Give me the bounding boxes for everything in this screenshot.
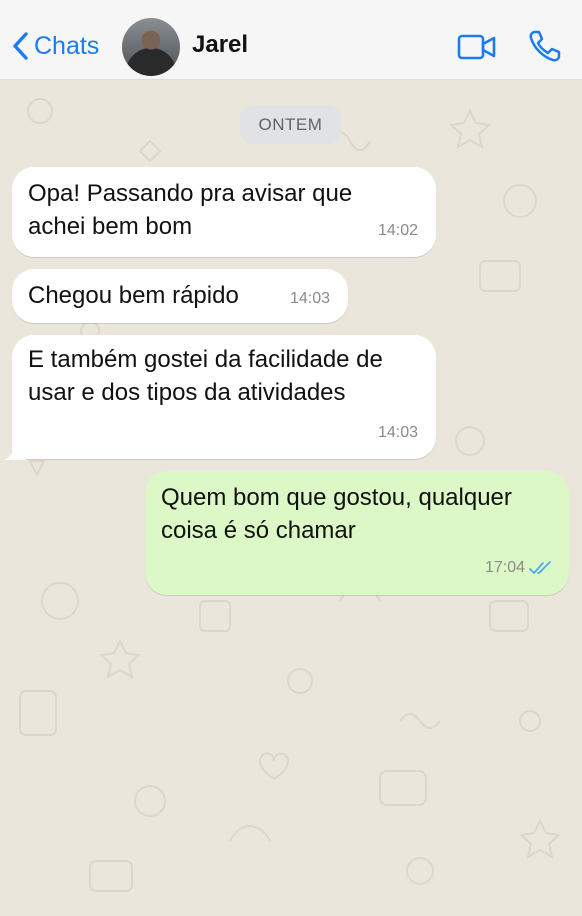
chevron-left-icon — [13, 32, 28, 60]
message-time: 14:02 — [377, 222, 418, 239]
message-text-line: Chegou bem rápido — [28, 282, 239, 309]
avatar[interactable] — [122, 18, 180, 76]
message-text-line: coisa é só chamar — [161, 517, 356, 544]
message-time: 14:03 — [289, 290, 330, 307]
message-time: 14:03 — [377, 424, 418, 441]
message-text-line: Quem bom que gostou, qualquer — [161, 484, 512, 511]
bubble-tail — [4, 436, 26, 460]
phone-icon[interactable] — [528, 29, 562, 63]
read-receipt-icon — [529, 561, 551, 574]
chat-header: Chats Jarel — [0, 0, 582, 80]
message-text-line: usar e dos tipos da atividades — [28, 379, 346, 406]
message-text-line: Opa! Passando pra avisar que — [28, 180, 353, 207]
outgoing-message[interactable]: Quem bom que gostou, qualquer coisa é só… — [145, 471, 569, 595]
incoming-message[interactable]: E também gostei da facilidade de usar e … — [12, 335, 436, 459]
message-text-line: achei bem bom — [28, 213, 193, 240]
back-label: Chats — [34, 31, 100, 60]
video-call-icon[interactable] — [457, 33, 497, 61]
date-separator: ONTEM — [240, 106, 341, 144]
incoming-message[interactable]: Opa! Passando pra avisar que achei bem b… — [12, 167, 436, 257]
message-text-line: E também gostei da facilidade de — [28, 346, 383, 373]
incoming-message[interactable]: Chegou bem rápido 14:03 — [12, 269, 348, 323]
back-button[interactable]: Chats — [10, 26, 99, 66]
contact-name[interactable]: Jarel — [192, 31, 248, 59]
message-time: 17:04 — [484, 559, 525, 576]
